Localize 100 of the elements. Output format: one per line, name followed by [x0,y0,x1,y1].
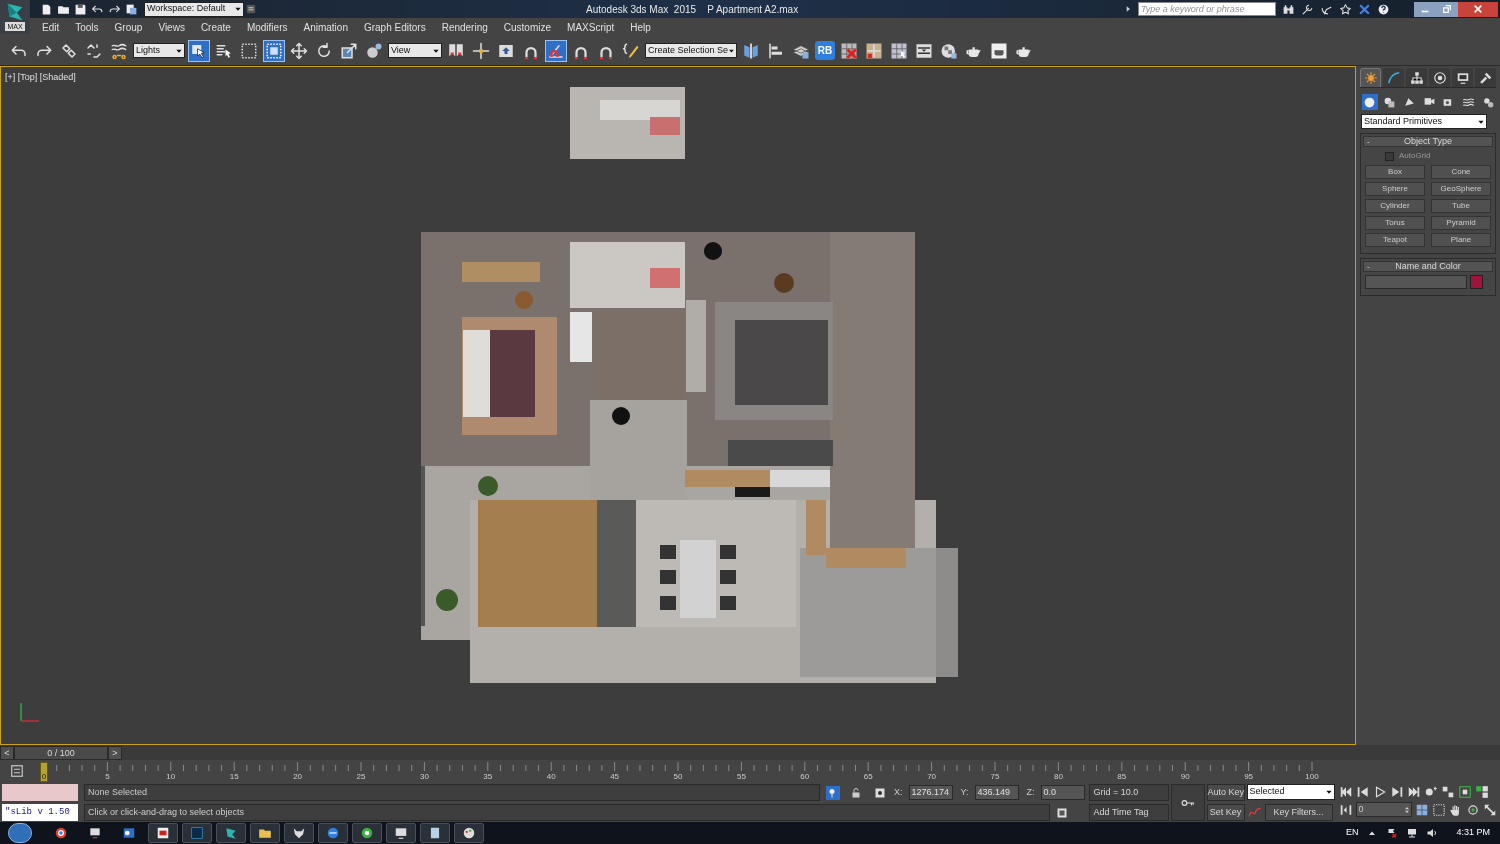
clock[interactable]: 4:31 PM [1456,826,1490,840]
language-indicator[interactable]: EN [1345,826,1359,840]
maximize-toggle-icon[interactable] [1482,802,1497,817]
speaker-icon[interactable] [1426,827,1439,839]
primitive-button[interactable]: Pyramid [1431,216,1491,230]
viewport-label[interactable]: [+] [Top] [Shaded] [5,71,76,85]
new-file-icon[interactable] [40,2,53,16]
primitive-button[interactable]: Cylinder [1365,199,1425,213]
object-name-field[interactable] [1365,275,1467,289]
menu-item[interactable]: Animation [295,19,356,35]
x-logo-icon[interactable] [1358,2,1371,16]
key-mode-dropdown[interactable]: Selected [1246,784,1335,800]
select-cursor-button[interactable] [188,39,210,62]
maximize-viewport-icon[interactable] [1474,785,1489,799]
field-of-view-icon[interactable] [1431,802,1446,817]
current-frame-field[interactable]: 0 [1355,802,1412,817]
viewport-config-icon[interactable] [1414,802,1429,817]
menu-item[interactable]: Group [106,19,151,35]
primitive-button[interactable]: Tube [1431,199,1491,213]
set-key-button[interactable]: Set Key [1206,804,1245,821]
binoculars-icon[interactable] [1282,2,1295,16]
primitive-button[interactable]: Teapot [1365,233,1425,247]
isolate-button[interactable] [826,785,840,800]
key-filters-button[interactable]: Key Filters... [1264,804,1333,821]
auto-key-button[interactable]: Auto Key [1206,784,1245,801]
transform-mode-icon[interactable] [874,786,886,799]
taskbar-app-button[interactable] [148,823,178,843]
panel-tab[interactable] [1475,68,1496,87]
named-selection-dropdown[interactable]: Create Selection Se [645,43,737,58]
category-button[interactable] [1362,94,1378,110]
primitive-button[interactable]: Cone [1431,165,1491,179]
menu-item[interactable]: Create [192,19,239,35]
close-button[interactable] [1458,1,1498,17]
menu-item[interactable]: Modifiers [238,19,296,35]
zoom-region-icon[interactable] [1457,785,1472,799]
menu-item[interactable]: Rendering [433,19,496,35]
time-tag-icon[interactable] [1056,806,1068,819]
menu-item[interactable]: Tools [67,19,107,35]
menu-item[interactable]: MAXScript [559,19,623,35]
go-to-end-icon[interactable] [1406,785,1421,799]
primitive-button[interactable]: Torus [1365,216,1425,230]
menu-item[interactable]: Customize [495,19,560,35]
network-icon[interactable] [1406,827,1419,839]
coordinate-field[interactable]: 0.0 [1040,785,1085,800]
script-listener-output[interactable]: "sLib v 1.50 [2,804,78,821]
taskbar-app-button[interactable] [284,823,314,843]
menu-item[interactable]: Views [150,19,193,35]
next-frame-icon[interactable] [1389,785,1404,799]
help-icon[interactable] [1377,2,1390,16]
lock-icon[interactable] [850,786,862,799]
wrench-icon[interactable] [1301,2,1314,16]
taskbar-app-button[interactable] [420,823,450,843]
customize-icon[interactable] [246,3,256,15]
autogrid-checkbox[interactable] [1385,151,1394,161]
rollout-header[interactable]: - Name and Color [1363,261,1493,272]
taskbar-app-button[interactable] [386,823,416,843]
previous-frame-button[interactable]: < [0,745,14,760]
panel-tab[interactable] [1452,68,1473,87]
curve-editor-icon[interactable] [9,764,25,778]
menu-item[interactable]: Edit [34,19,68,35]
previous-frame-icon[interactable] [1355,785,1370,799]
primitive-button[interactable]: Box [1365,165,1425,179]
time-config-icon[interactable] [1338,802,1353,817]
minimize-button[interactable] [1414,1,1436,17]
selection-filter-dropdown[interactable]: Lights [133,43,185,58]
collapse-toggle[interactable]: - [1364,260,1374,273]
square-selection-button[interactable] [263,39,285,62]
star-icon[interactable] [1339,2,1352,16]
subcategory-dropdown[interactable]: Standard Primitives [1361,114,1487,129]
panel-tab[interactable] [1406,68,1427,87]
taskbar-app-button[interactable] [352,823,382,843]
zoom-extents-icon[interactable] [1440,785,1455,799]
menu-item[interactable]: Help [622,19,659,35]
add-time-tag-button[interactable]: Add Time Tag [1088,804,1169,821]
collapse-toggle[interactable]: - [1364,135,1374,148]
search-field[interactable]: Type a keyword or phrase [1138,2,1276,16]
color-swatch[interactable] [1470,275,1483,289]
viewport[interactable]: [+] [Top] [Shaded] [0,66,1356,745]
expand-icon[interactable] [1124,4,1132,14]
time-slider-thumb[interactable]: 0 / 100 [14,745,108,760]
taskbar-app-button[interactable] [454,823,484,843]
set-keys-button[interactable] [1170,784,1205,821]
primitive-button[interactable]: Plane [1431,233,1491,247]
project-folder-icon[interactable] [125,2,138,16]
go-to-start-icon[interactable] [1338,785,1353,799]
workspace-dropdown[interactable]: Workspace: Default [144,1,244,17]
rb-button[interactable]: RB [815,41,835,60]
coordinate-field[interactable]: 436.149 [974,785,1019,800]
restore-button[interactable] [1436,1,1458,17]
panel-tab[interactable] [1383,68,1404,87]
orbit-icon[interactable] [1465,802,1480,817]
angle-magnet-button[interactable] [545,39,567,62]
listener-input[interactable] [2,784,78,801]
panel-tab[interactable] [1429,68,1450,87]
start-button[interactable] [8,823,32,843]
primitive-button[interactable]: GeoSphere [1431,182,1491,196]
coordinate-field[interactable]: 1276.174 [908,785,953,800]
flag-icon[interactable] [1386,827,1399,839]
next-frame-button[interactable]: > [108,745,122,760]
time-marker[interactable] [40,762,48,782]
